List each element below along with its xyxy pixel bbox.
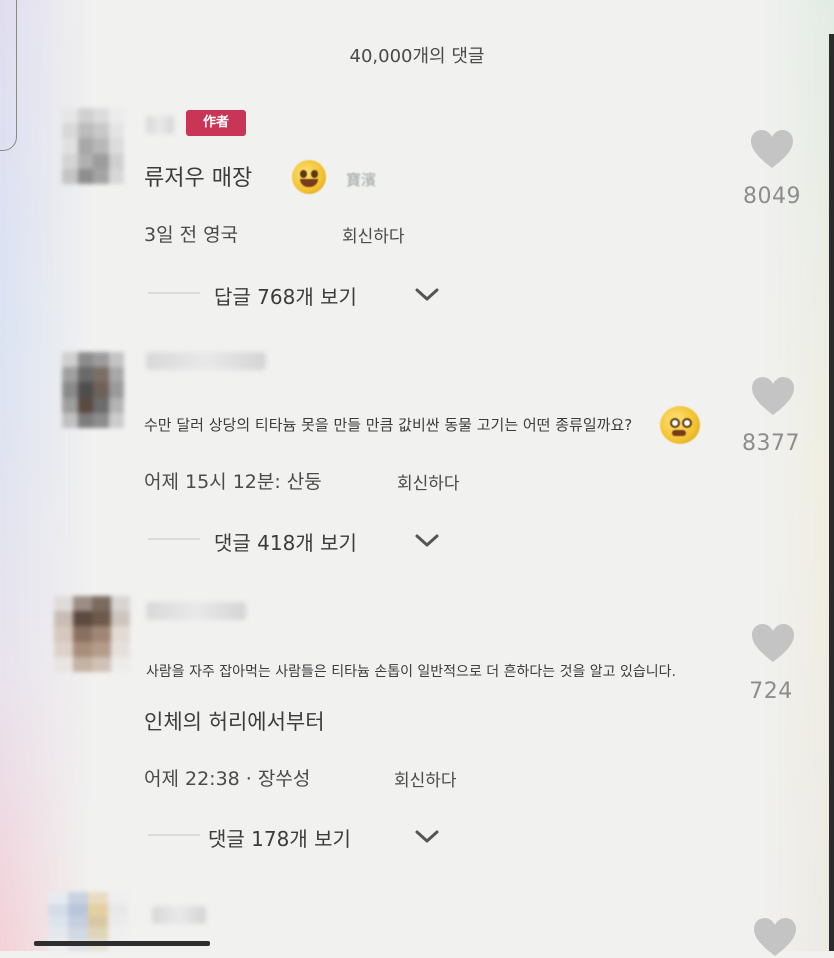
- comments-count-title: 40,000개의 댓글: [349, 46, 485, 67]
- avatar[interactable]: [62, 108, 124, 184]
- comment-body: 사람을 자주 잡아먹는 사람들은 티타늄 손톱이 일반적으로 더 흔하다는 것을…: [146, 664, 676, 680]
- heart-icon[interactable]: [749, 128, 795, 170]
- chevron-down-icon[interactable]: [414, 829, 440, 845]
- heart-icon[interactable]: [750, 375, 796, 417]
- worried-emoji-icon: [660, 406, 700, 444]
- divider-line: [148, 538, 200, 540]
- view-replies-link[interactable]: 댓글 418개 보기: [214, 527, 357, 556]
- laughing-emoji-icon: [292, 160, 326, 194]
- divider-line: [148, 834, 200, 836]
- like-count: 724: [749, 679, 793, 704]
- chevron-down-icon[interactable]: [414, 533, 440, 549]
- view-replies-link[interactable]: 댓글 178개 보기: [208, 823, 351, 852]
- comment-meta: 어제 15시 12분: 산둥: [144, 471, 322, 493]
- comment-title: 류저우 매장: [144, 166, 253, 191]
- avatar[interactable]: [62, 352, 124, 428]
- avatar[interactable]: [54, 596, 130, 672]
- reply-button[interactable]: 회신하다: [394, 766, 457, 791]
- username-blurred[interactable]: [146, 116, 174, 134]
- view-replies-link[interactable]: 답글 768개 보기: [214, 281, 357, 310]
- comment-meta: 3일 전 영국: [144, 224, 239, 246]
- comment-body: 수만 달러 상당의 티타늄 못을 만들 만큼 값비싼 동물 고기는 어떤 종류일…: [144, 416, 633, 434]
- reply-button[interactable]: 회신하다: [397, 469, 460, 494]
- heart-icon[interactable]: [750, 622, 796, 664]
- chevron-down-icon[interactable]: [414, 287, 440, 303]
- comment-tag: 寶濱: [346, 171, 377, 189]
- like-count: 8049: [743, 184, 801, 209]
- heart-icon[interactable]: [752, 916, 798, 958]
- username-blurred[interactable]: [152, 906, 206, 924]
- username-blurred[interactable]: [146, 602, 246, 620]
- author-badge: 作者: [186, 110, 246, 136]
- overlay-corner: [0, 0, 17, 151]
- divider-line: [148, 292, 200, 294]
- like-count: 8377: [742, 431, 800, 456]
- comment-title: 인체의 허리에서부터: [144, 710, 325, 734]
- comment-meta: 어제 22:38 · 장쑤성: [144, 768, 311, 790]
- username-blurred[interactable]: [146, 352, 266, 370]
- bottom-scroll-indicator: [34, 941, 210, 946]
- right-edge-shadow: [829, 34, 834, 951]
- reply-button[interactable]: 회신하다: [342, 222, 405, 247]
